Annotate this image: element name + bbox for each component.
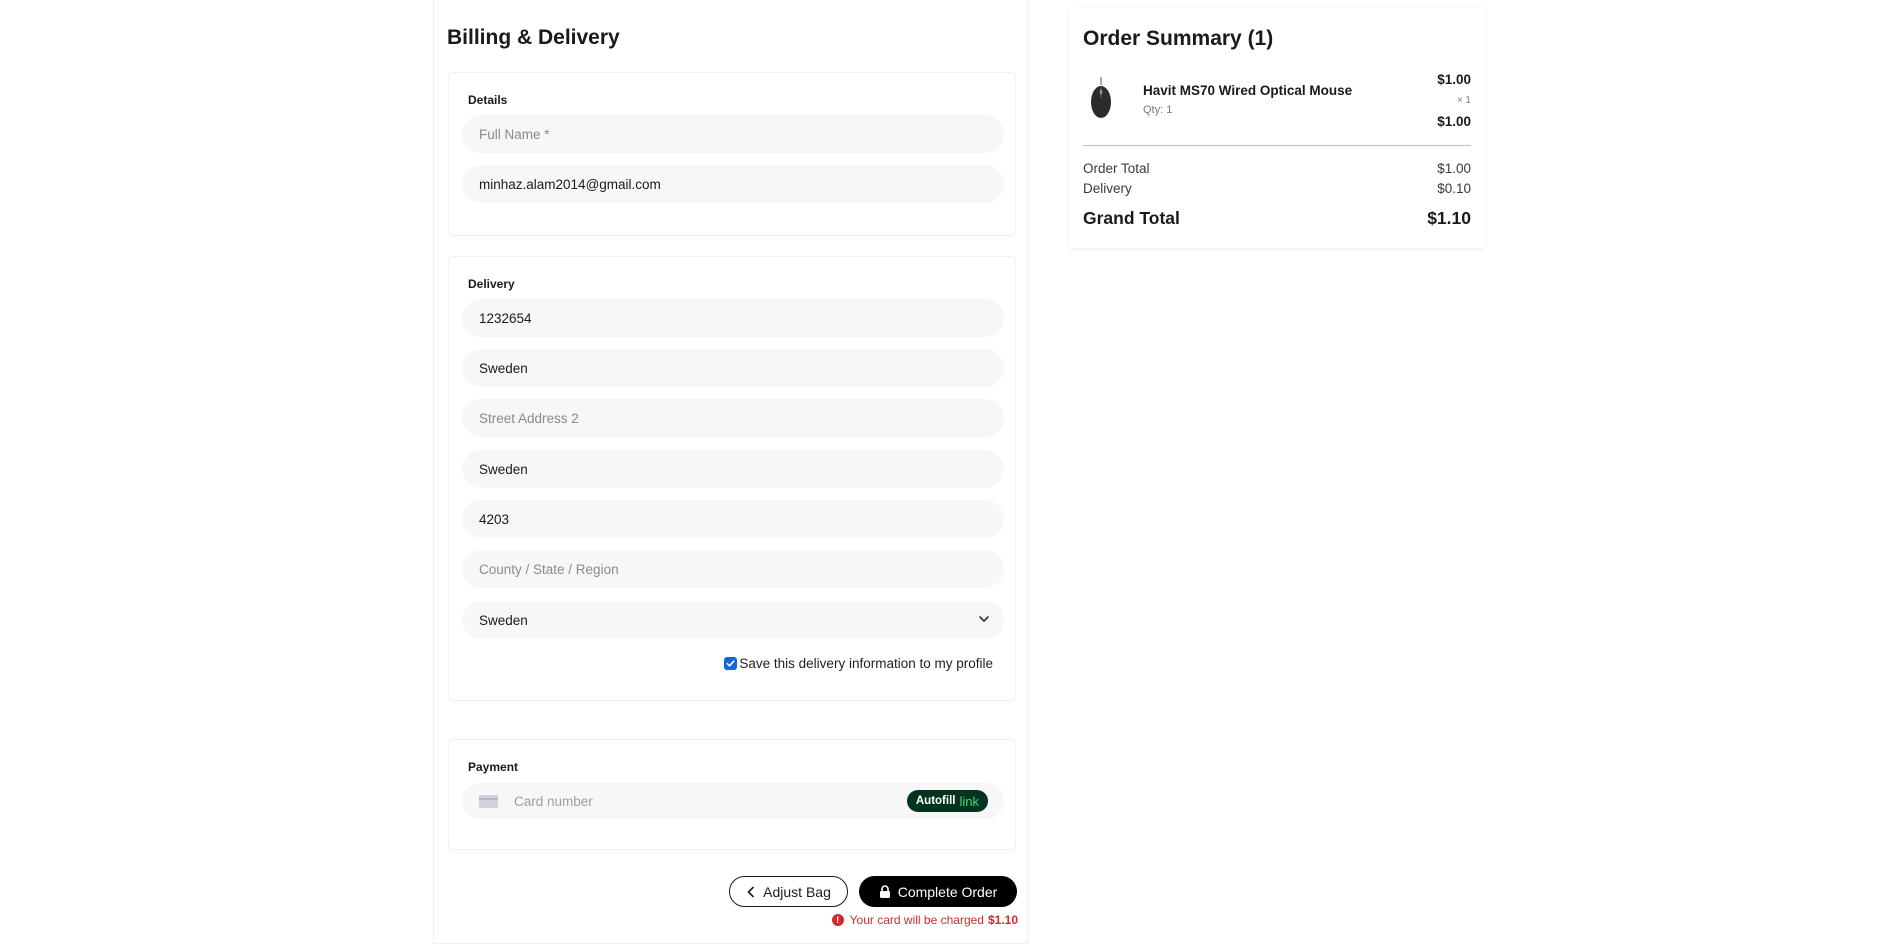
summary-divider xyxy=(1083,145,1471,146)
chevron-down-icon xyxy=(979,616,989,622)
lock-icon xyxy=(879,885,890,898)
complete-order-label: Complete Order xyxy=(897,883,998,900)
order-total-row: Order Total $1.00 xyxy=(1083,161,1471,176)
charge-notice: ! Your card will be charged $1.10 xyxy=(831,913,1018,927)
country-select-value: Sweden xyxy=(479,612,528,628)
save-delivery-option[interactable]: Save this delivery information to my pro… xyxy=(724,656,993,671)
product-multiplier: × 1 xyxy=(1456,95,1471,106)
complete-order-button[interactable]: Complete Order xyxy=(859,876,1017,907)
order-summary-card: Order Summary (1) Havit MS70 Wired Optic… xyxy=(1069,8,1485,248)
page-title: Billing & Delivery xyxy=(447,26,620,49)
link-logo: link xyxy=(959,793,979,809)
delivery-cost-value: $0.10 xyxy=(1437,181,1471,196)
product-unit-price: $1.00 xyxy=(1437,72,1471,87)
adjust-bag-button[interactable]: Adjust Bag xyxy=(729,876,848,907)
street-address-2-input[interactable]: Street Address 2 xyxy=(462,399,1004,437)
product-line-total: $1.00 xyxy=(1437,114,1471,129)
product-qty: Qty: 1 xyxy=(1143,104,1173,116)
grand-total-row: Grand Total $1.10 xyxy=(1083,208,1471,229)
delivery-cost-label: Delivery xyxy=(1083,181,1132,196)
delivery-card: Delivery 1232654 Sweden Street Address 2… xyxy=(448,256,1016,701)
adjust-bag-label: Adjust Bag xyxy=(763,883,831,900)
address-line-input[interactable]: Sweden xyxy=(462,349,1004,387)
payment-card: Payment Card number Autofill link xyxy=(448,739,1016,850)
checkmark-icon xyxy=(726,660,735,667)
country-select[interactable]: Sweden xyxy=(462,601,1004,639)
product-thumbnail xyxy=(1091,77,1111,118)
region-input[interactable]: County / State / Region xyxy=(462,550,1004,588)
charge-amount: $1.10 xyxy=(987,913,1018,927)
street-address-input[interactable]: 1232654 xyxy=(462,299,1004,337)
payment-label: Payment xyxy=(468,760,519,774)
delivery-label: Delivery xyxy=(468,277,515,291)
order-summary-title: Order Summary (1) xyxy=(1083,27,1274,50)
card-number-input[interactable]: Card number Autofill link xyxy=(462,783,1004,819)
card-number-placeholder: Card number xyxy=(514,793,593,809)
save-delivery-label: Save this delivery information to my pro… xyxy=(739,656,993,671)
chevron-left-icon xyxy=(747,886,754,897)
full-name-input[interactable]: Full Name * xyxy=(462,115,1004,153)
charge-note: Your card will be charged xyxy=(849,913,984,927)
autofill-link-button[interactable]: Autofill link xyxy=(906,790,988,812)
email-input[interactable]: minhaz.alam2014@gmail.com xyxy=(462,165,1004,203)
save-delivery-checkbox[interactable] xyxy=(724,657,738,670)
order-total-value: $1.00 xyxy=(1437,161,1471,176)
city-input[interactable]: Sweden xyxy=(462,450,1004,488)
order-total-label: Order Total xyxy=(1083,161,1150,176)
grand-total-value: $1.10 xyxy=(1427,208,1471,228)
postcode-input[interactable]: 4203 xyxy=(462,500,1004,538)
autofill-label: Autofill xyxy=(915,795,956,807)
details-label: Details xyxy=(468,93,508,107)
delivery-row: Delivery $0.10 xyxy=(1083,181,1471,196)
product-name: Havit MS70 Wired Optical Mouse xyxy=(1143,83,1353,98)
credit-card-icon xyxy=(479,794,498,808)
alert-icon: ! xyxy=(831,914,844,926)
grand-total-label: Grand Total xyxy=(1083,208,1180,228)
details-card: Details Full Name * minhaz.alam2014@gmai… xyxy=(448,72,1016,236)
